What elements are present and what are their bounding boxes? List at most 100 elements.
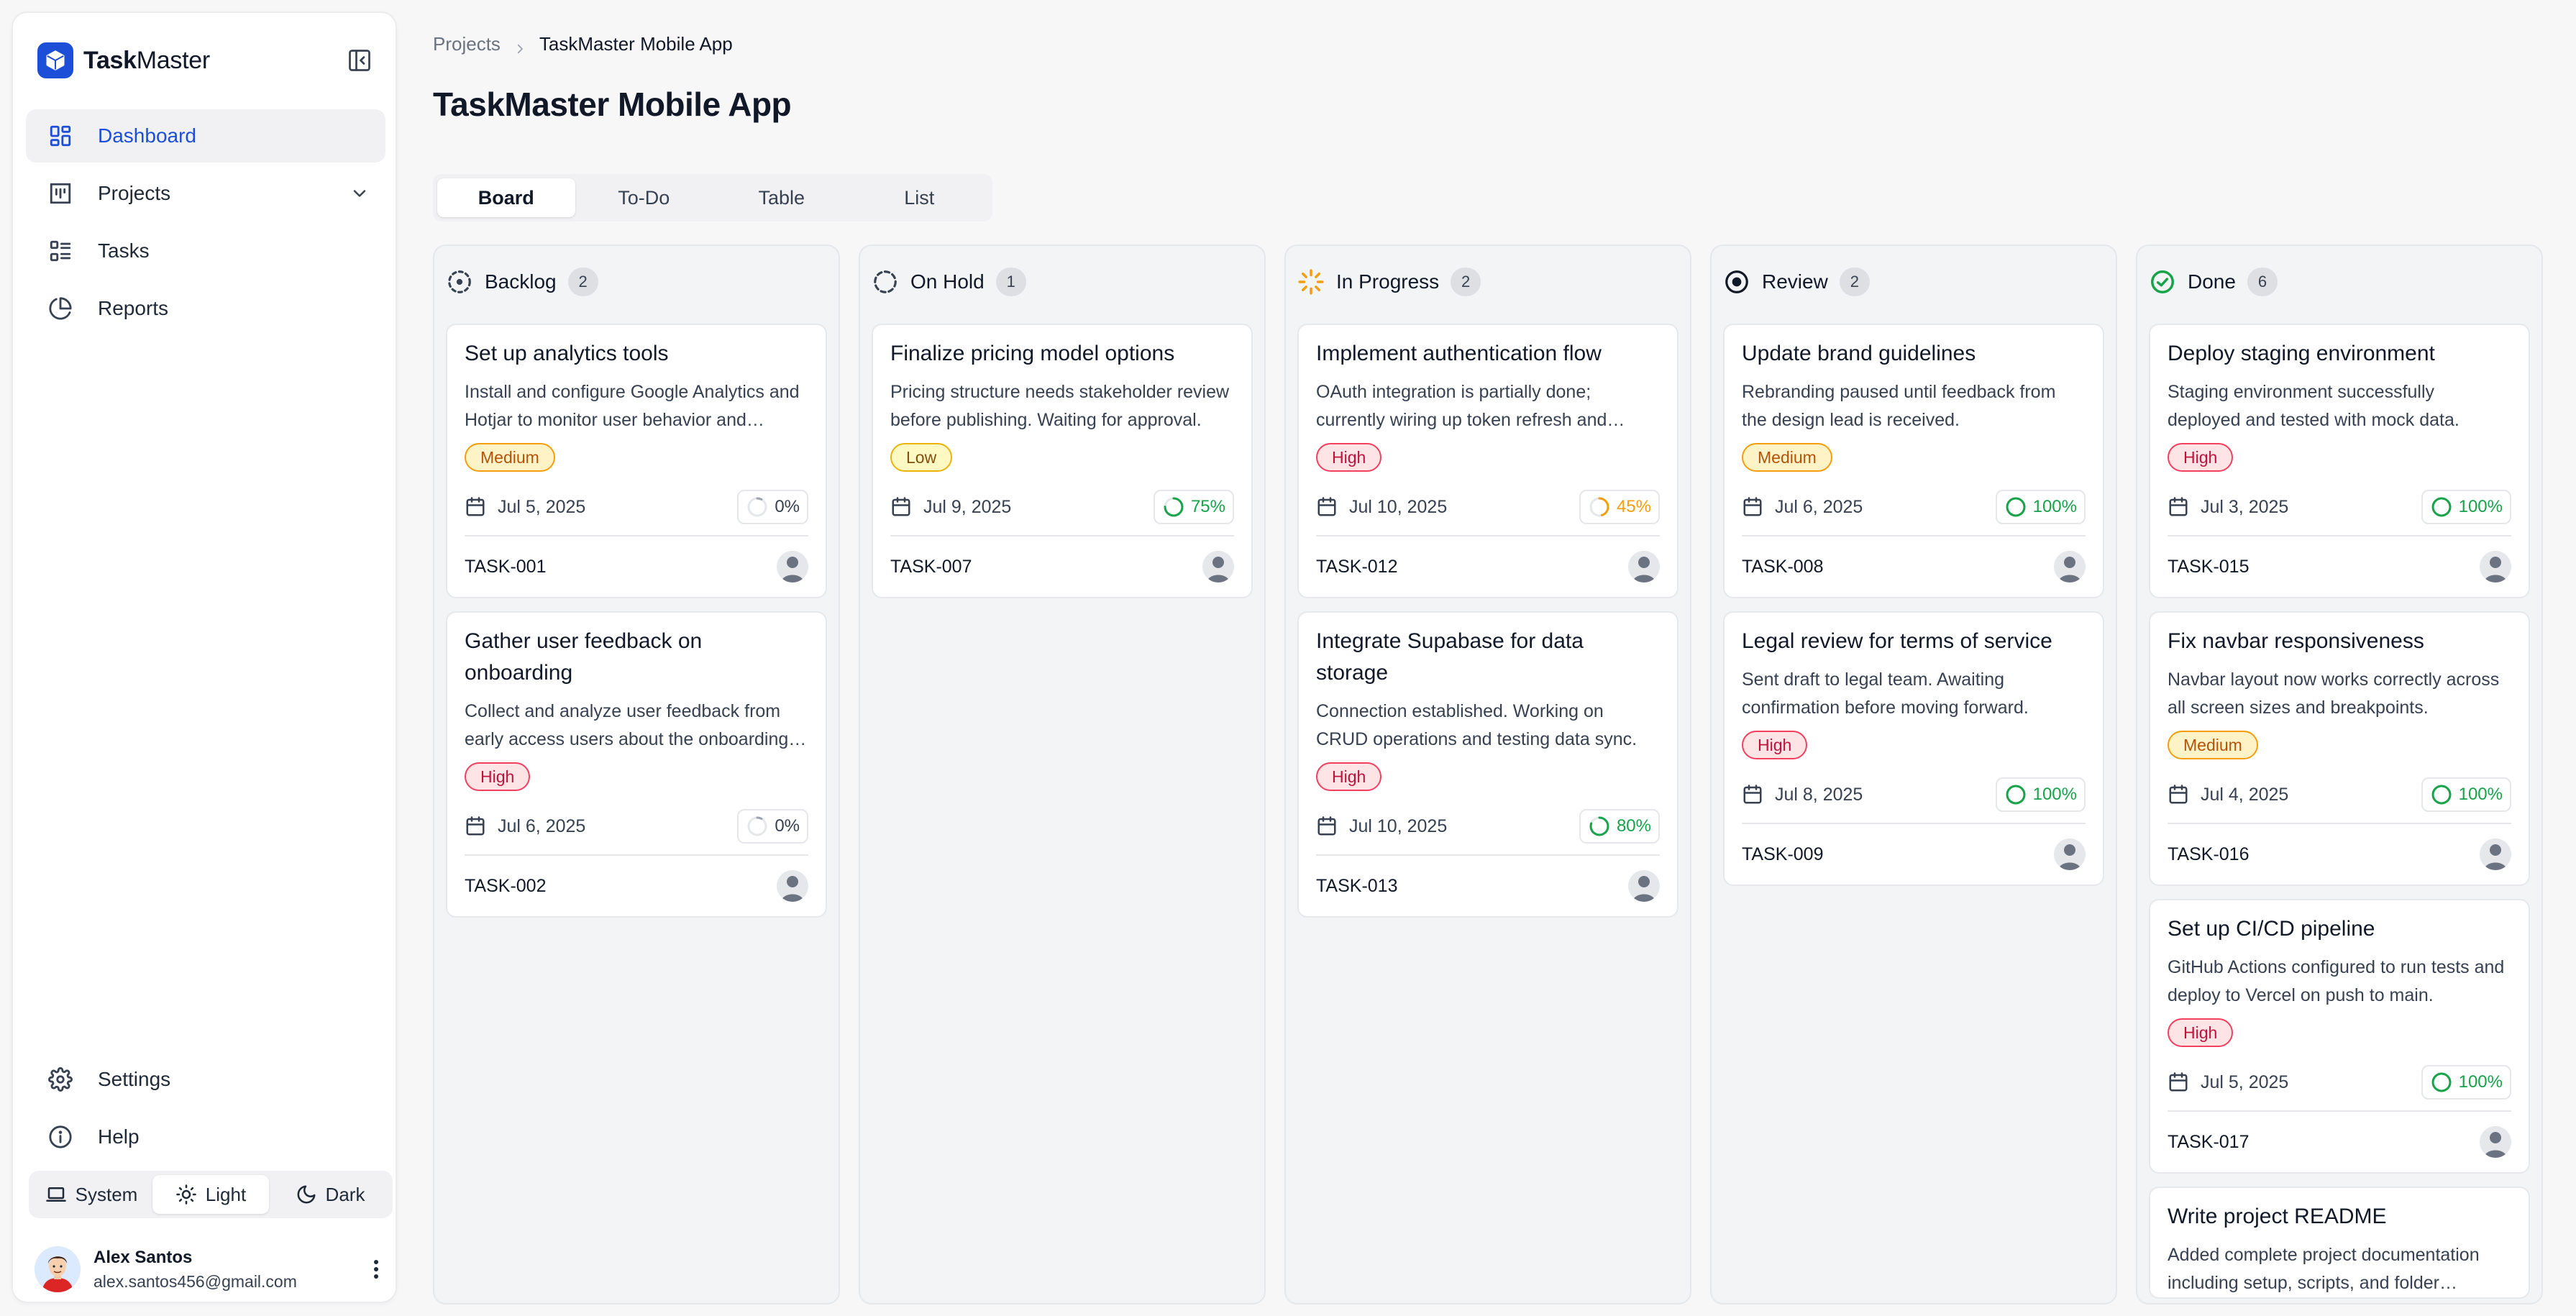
task-card[interactable]: Gather user feedback on onboarding Collec… (446, 611, 827, 918)
review-icon (1723, 268, 1750, 296)
calendar-icon (465, 815, 486, 837)
task-card[interactable]: Legal review for terms of service Sent dr… (1723, 611, 2104, 886)
card-list: Set up analytics tools Install and config… (446, 324, 827, 931)
column-header: Backlog 2 (446, 266, 598, 298)
task-card[interactable]: Integrate Supabase for data storage Conne… (1297, 611, 1678, 918)
task-title: Fix navbar responsiveness (2168, 629, 2424, 653)
task-card[interactable]: Finalize pricing model options Pricing st… (872, 324, 1253, 598)
task-title: Legal review for terms of service (1742, 629, 2052, 653)
assignee-avatar[interactable] (2480, 839, 2511, 870)
priority-badge: High (2168, 1018, 2234, 1047)
calendar-icon (890, 496, 912, 518)
theme-switcher: System Light Dark (29, 1171, 393, 1218)
sidebar-item-help[interactable]: Help (26, 1110, 385, 1164)
tab-board[interactable]: Board (437, 178, 575, 217)
backlog-icon (446, 268, 473, 296)
column-header: Review 2 (1723, 266, 1870, 298)
brand[interactable]: TaskMaster (37, 37, 210, 83)
more-vertical-icon[interactable] (365, 1255, 387, 1284)
due-date: Jul 3, 2025 (2201, 496, 2289, 517)
sidebar-item-settings[interactable]: Settings (26, 1053, 385, 1106)
theme-dark-option[interactable]: Dark (272, 1175, 388, 1214)
card-list: Deploy staging environment Staging enviro… (2149, 324, 2530, 1303)
progress-indicator: 100% (2421, 1065, 2511, 1100)
assignee-avatar[interactable] (777, 870, 808, 902)
progress-indicator: 80% (1579, 809, 1660, 844)
sidebar-item-projects[interactable]: Projects (26, 167, 385, 220)
sidebar-collapse-icon[interactable] (347, 47, 373, 73)
sidebar-item-tasks[interactable]: Tasks (26, 224, 385, 278)
task-card[interactable]: Deploy staging environment Staging enviro… (2149, 324, 2530, 598)
assignee-avatar[interactable] (2480, 1126, 2511, 1158)
assignee-avatar[interactable] (1628, 870, 1660, 902)
task-description: Sent draft to legal team. Awaiting confi… (1742, 670, 2029, 718)
task-id: TASK-002 (465, 875, 547, 896)
calendar-icon (1316, 496, 1338, 518)
task-footer: TASK-009 (1742, 824, 2086, 885)
theme-option-label: Light (205, 1183, 247, 1205)
progress-indicator: 0% (737, 809, 808, 844)
column-on-hold: On Hold 1 Finalize pricing model options Pr… (859, 245, 1266, 1304)
progress-indicator: 0% (737, 490, 808, 524)
task-card[interactable]: Write project README Added complete proje… (2149, 1187, 2530, 1299)
assignee-avatar[interactable] (1628, 551, 1660, 582)
task-card[interactable]: Implement authentication flow OAuth integ… (1297, 324, 1678, 598)
due-date: Jul 9, 2025 (923, 496, 1012, 517)
breadcrumb-projects-link[interactable]: Projects (433, 33, 501, 55)
logo-cube-icon (37, 42, 73, 78)
theme-light-option[interactable]: Light (152, 1175, 269, 1214)
task-id: TASK-009 (1742, 844, 1824, 864)
sidebar-item-label: Tasks (98, 239, 150, 262)
column-count-badge: 6 (2247, 268, 2278, 296)
column-header: Done 6 (2149, 266, 2278, 298)
task-id: TASK-007 (890, 556, 972, 577)
assignee-avatar[interactable] (777, 551, 808, 582)
card-list: Update brand guidelines Rebranding paused… (1723, 324, 2104, 899)
avatar (35, 1246, 81, 1292)
task-card[interactable]: Update brand guidelines Rebranding paused… (1723, 324, 2104, 598)
progress-ring-icon (1162, 495, 1185, 518)
priority-badge: High (1316, 762, 1382, 791)
progress-indicator: 100% (2421, 490, 2511, 524)
progress-ring-icon (2004, 783, 2027, 806)
theme-system-option[interactable]: System (33, 1175, 150, 1214)
task-card[interactable]: Set up CI/CD pipeline GitHub Actions conf… (2149, 899, 2530, 1174)
task-id: TASK-015 (2168, 556, 2250, 577)
tab-to-do[interactable]: To-Do (575, 178, 713, 217)
due-date: Jul 4, 2025 (2201, 784, 2289, 805)
view-tabs: Board To-Do Table List (433, 174, 992, 221)
user-profile[interactable]: Alex Santos alex.santos456@gmail.com (35, 1243, 387, 1296)
column-title: Done (2188, 270, 2236, 293)
task-meta: Jul 3, 2025 100% (2168, 479, 2511, 536)
progress-indicator: 100% (1995, 777, 2086, 812)
tab-list[interactable]: List (851, 178, 989, 217)
page-title: TaskMaster Mobile App (433, 86, 792, 123)
column-count-badge: 2 (567, 268, 598, 296)
info-icon (47, 1124, 73, 1150)
task-id: TASK-016 (2168, 844, 2250, 864)
task-description: Staging environment successfully deploye… (2168, 382, 2459, 430)
sidebar-item-label: Reports (98, 297, 169, 319)
tab-table[interactable]: Table (713, 178, 851, 217)
task-footer: TASK-017 (2168, 1112, 2511, 1172)
priority-badge: Medium (1742, 443, 1832, 472)
chevron-down-icon[interactable] (350, 183, 370, 204)
sidebar-item-dashboard[interactable]: Dashboard (26, 109, 385, 163)
assignee-avatar[interactable] (2054, 839, 2086, 870)
assignee-avatar[interactable] (2480, 551, 2511, 582)
card-list: Implement authentication flow OAuth integ… (1297, 324, 1678, 931)
priority-badge: Medium (2168, 731, 2258, 759)
assignee-avatar[interactable] (1202, 551, 1234, 582)
task-card[interactable]: Fix navbar responsiveness Navbar layout n… (2149, 611, 2530, 886)
task-footer: TASK-008 (1742, 536, 2086, 597)
task-card[interactable]: Set up analytics tools Install and config… (446, 324, 827, 598)
assignee-avatar[interactable] (2054, 551, 2086, 582)
task-footer: TASK-012 (1316, 536, 1660, 597)
progress-value: 100% (2032, 785, 2077, 804)
sidebar-item-reports[interactable]: Reports (26, 282, 385, 335)
task-id: TASK-017 (2168, 1131, 2250, 1152)
column-count-badge: 2 (1839, 268, 1870, 296)
calendar-icon (1742, 496, 1763, 518)
progress-value: 75% (1190, 497, 1225, 516)
task-meta: Jul 10, 2025 45% (1316, 479, 1660, 536)
